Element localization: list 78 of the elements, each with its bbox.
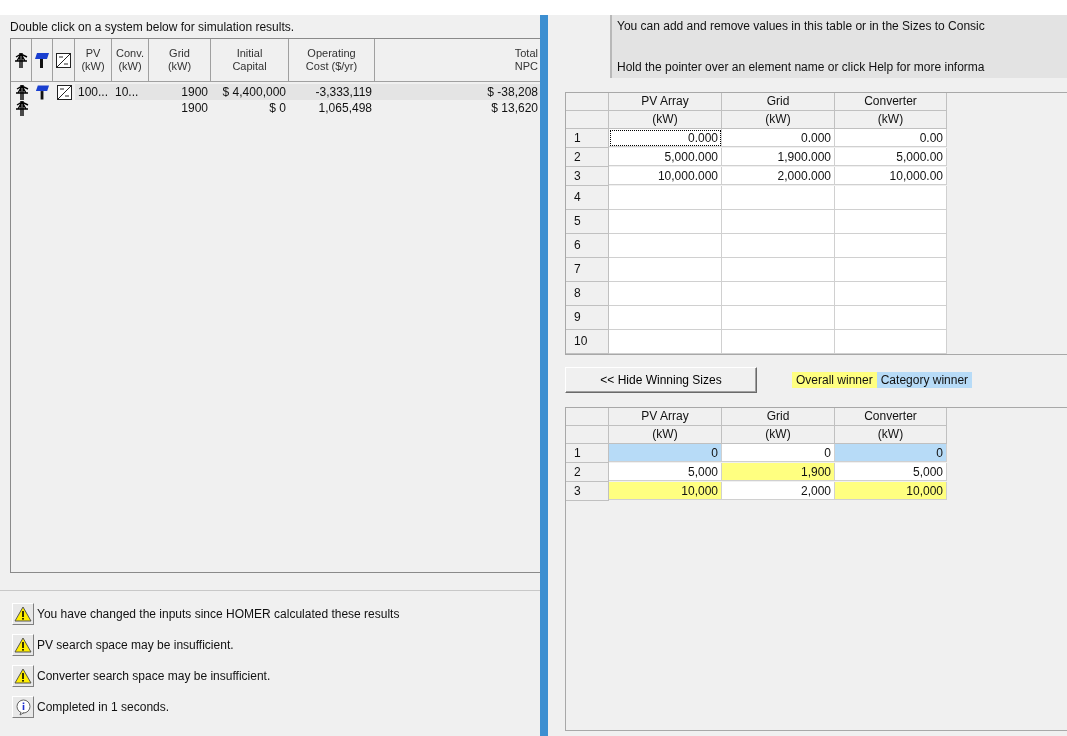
row-number: 8 bbox=[566, 282, 609, 306]
warning-icon bbox=[14, 668, 32, 684]
column-header: PV Array bbox=[609, 408, 722, 426]
column-unit: (kW) bbox=[609, 426, 722, 444]
row-number: 2 bbox=[566, 463, 609, 482]
legend-item: Category winner bbox=[876, 372, 973, 388]
hide-winning-sizes-button[interactable]: << Hide Winning Sizes bbox=[565, 367, 757, 393]
column-header[interactable]: PV (kW) bbox=[75, 39, 112, 82]
column-header: Grid bbox=[722, 408, 835, 426]
table-cell[interactable]: 10,000 bbox=[609, 482, 722, 500]
row-number: 7 bbox=[566, 258, 609, 282]
message-button[interactable] bbox=[12, 634, 34, 656]
column-header: Converter bbox=[835, 93, 947, 111]
message-text: Completed in 1 seconds. bbox=[37, 700, 170, 714]
table-cell[interactable]: 0.000 bbox=[609, 129, 722, 147]
table-cell[interactable]: 10,000.000 bbox=[609, 167, 722, 185]
legend-item: Overall winner bbox=[792, 372, 877, 388]
table-cell[interactable]: 2,000.000 bbox=[722, 167, 835, 185]
info-icon bbox=[14, 698, 32, 716]
table-cell[interactable]: 5,000 bbox=[609, 463, 722, 481]
column-header[interactable]: Initial Capital bbox=[211, 39, 289, 82]
column-unit: (kW) bbox=[835, 111, 947, 129]
table-cell[interactable]: 0.00 bbox=[835, 129, 947, 147]
instruction-text: Double click on a system below for simulation results. bbox=[9, 19, 296, 36]
column-header[interactable]: Conv. (kW) bbox=[112, 39, 149, 82]
message-button[interactable] bbox=[12, 665, 34, 687]
converter-icon bbox=[56, 84, 72, 100]
column-header: PV Array bbox=[609, 93, 722, 111]
row-number: 3 bbox=[566, 167, 609, 186]
table-cell[interactable]: 5,000 bbox=[835, 463, 947, 481]
row-number: 10 bbox=[566, 330, 609, 354]
row-number: 3 bbox=[566, 482, 609, 501]
converter-icon bbox=[56, 52, 71, 68]
message-text: Converter search space may be insufficient. bbox=[37, 669, 271, 683]
table-cell[interactable]: 0.000 bbox=[722, 129, 835, 147]
table-cell[interactable]: 0 bbox=[722, 444, 835, 462]
table-cell[interactable]: 10,000.00 bbox=[835, 167, 947, 185]
table-cell[interactable]: 5,000.000 bbox=[609, 148, 722, 166]
row-number: 1 bbox=[566, 444, 609, 463]
table-cell[interactable]: 0 bbox=[835, 444, 947, 462]
table-cell[interactable]: 10,000 bbox=[835, 482, 947, 500]
table-cell[interactable]: $ -38,208 bbox=[375, 84, 540, 100]
row-number: 9 bbox=[566, 306, 609, 330]
solar-panel-icon bbox=[35, 84, 50, 100]
row-number: 4 bbox=[566, 186, 609, 210]
column-header[interactable]: Grid (kW) bbox=[149, 39, 211, 82]
column-header: Converter bbox=[835, 408, 947, 426]
power-tower-icon bbox=[14, 52, 28, 68]
info-text: You can add and remove values in this table or in the Sizes to Consic bbox=[617, 19, 986, 33]
table-cell[interactable]: 5,000.00 bbox=[835, 148, 947, 166]
table-cell[interactable]: 1,900 bbox=[722, 463, 835, 481]
column-header[interactable]: Operating Cost ($/yr) bbox=[289, 39, 375, 82]
table-cell[interactable]: 1900 bbox=[149, 84, 211, 100]
row-number: 6 bbox=[566, 234, 609, 258]
message-text: You have changed the inputs since HOMER calculated these results bbox=[37, 607, 400, 621]
warning-icon bbox=[14, 637, 32, 653]
row-number: 5 bbox=[566, 210, 609, 234]
table-cell[interactable]: 2,000 bbox=[722, 482, 835, 500]
table-cell[interactable]: 10... bbox=[112, 84, 149, 100]
message-button[interactable] bbox=[12, 603, 34, 625]
solar-panel-icon bbox=[34, 52, 50, 68]
table-cell[interactable]: 1,900.000 bbox=[722, 148, 835, 166]
table-cell[interactable]: 0 bbox=[609, 444, 722, 462]
message-text: PV search space may be insufficient. bbox=[37, 638, 234, 652]
table-cell[interactable]: $ 4,400,000 bbox=[211, 84, 289, 100]
power-tower-icon bbox=[14, 84, 29, 100]
column-unit: (kW) bbox=[722, 111, 835, 129]
row-number: 1 bbox=[566, 129, 609, 148]
column-unit: (kW) bbox=[609, 111, 722, 129]
info-text: Hold the pointer over an element name or click Help for more informa bbox=[617, 60, 986, 74]
column-unit: (kW) bbox=[835, 426, 947, 444]
power-tower-icon bbox=[14, 100, 29, 116]
table-cell[interactable]: 100... bbox=[75, 84, 112, 100]
warning-icon bbox=[14, 606, 32, 622]
table-cell[interactable]: -3,333,119 bbox=[289, 84, 375, 100]
row-number: 2 bbox=[566, 148, 609, 167]
column-header: Grid bbox=[722, 93, 835, 111]
column-unit: (kW) bbox=[722, 426, 835, 444]
